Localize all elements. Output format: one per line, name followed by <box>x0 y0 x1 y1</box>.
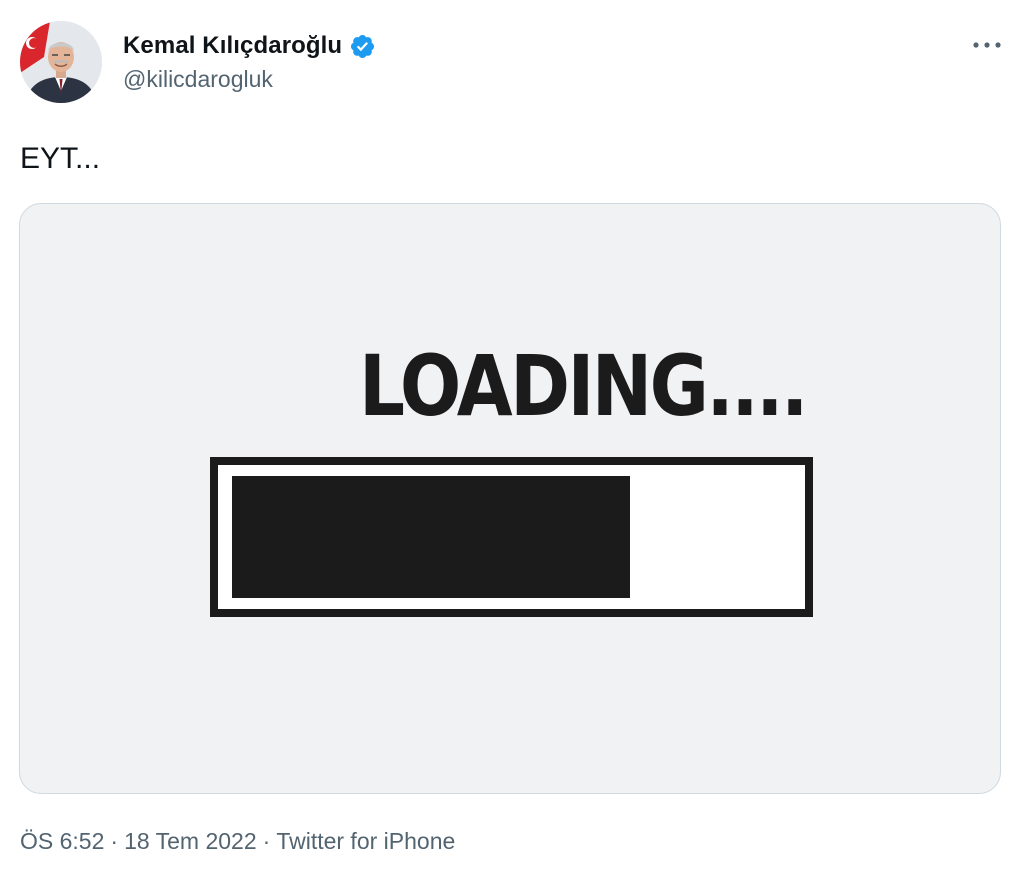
author-handle[interactable]: @kilicdarogluk <box>123 66 273 93</box>
tweet-metadata: ÖS 6:52 · 18 Tem 2022 · Twitter for iPhone <box>20 828 455 855</box>
tweet-media-image[interactable]: LOADING.... <box>19 203 1001 794</box>
avatar[interactable] <box>20 21 102 103</box>
progress-bar-track <box>232 476 792 598</box>
more-options-icon <box>973 42 1001 48</box>
tweet-time[interactable]: ÖS 6:52 <box>20 828 104 854</box>
tweet-text: EYT... <box>20 142 101 175</box>
author-display-name[interactable]: Kemal Kılıçdaroğlu <box>123 32 342 60</box>
tweet-date[interactable]: 18 Tem 2022 <box>124 828 257 854</box>
progress-bar-frame <box>210 457 813 617</box>
tweet-source[interactable]: Twitter for iPhone <box>276 828 455 854</box>
author-name-row[interactable]: Kemal Kılıçdaroğlu <box>123 30 376 62</box>
verified-badge-icon <box>351 34 375 58</box>
avatar-photo <box>20 21 102 103</box>
loading-label: LOADING.... <box>359 337 808 435</box>
more-options-button[interactable] <box>968 30 1006 60</box>
meta-separator: · <box>262 828 271 854</box>
meta-separator: · <box>110 828 119 854</box>
progress-bar-fill <box>232 476 630 598</box>
